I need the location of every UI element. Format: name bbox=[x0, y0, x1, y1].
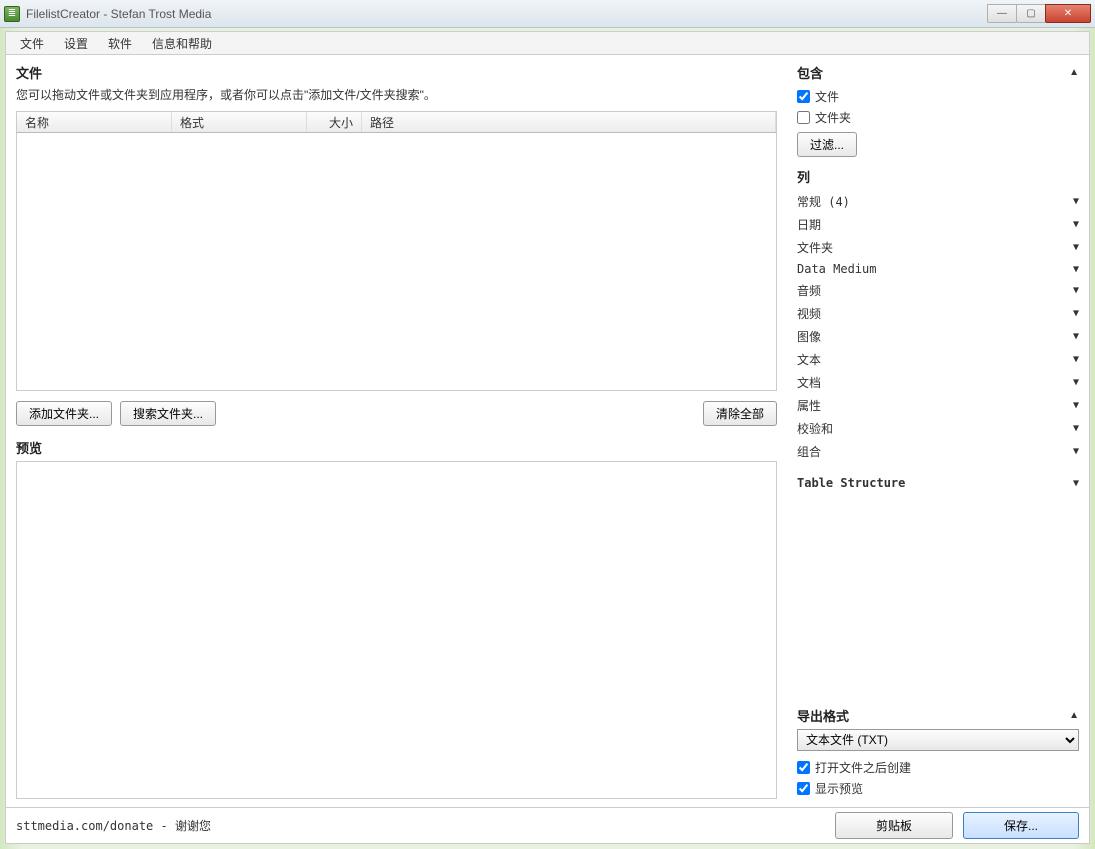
chevron-down-icon: ▼ bbox=[1073, 285, 1079, 296]
chevron-down-icon: ▼ bbox=[1073, 423, 1079, 434]
column-category-item[interactable]: 属性 ▼ bbox=[797, 394, 1079, 417]
column-category-item[interactable]: 校验和 ▼ bbox=[797, 417, 1079, 440]
close-button[interactable]: ✕ bbox=[1045, 4, 1091, 23]
column-category-item[interactable]: 图像 ▼ bbox=[797, 325, 1079, 348]
chevron-down-icon: ▼ bbox=[1073, 478, 1079, 489]
export-section-header[interactable]: 导出格式 ▲ bbox=[797, 706, 1079, 725]
chevron-down-icon: ▼ bbox=[1073, 377, 1079, 388]
column-category-label: 组合 bbox=[797, 443, 821, 460]
column-category-item[interactable]: 文档 ▼ bbox=[797, 371, 1079, 394]
contain-header-label: 包含 bbox=[797, 63, 823, 82]
chevron-down-icon: ▼ bbox=[1073, 196, 1079, 207]
column-category-label: 视频 bbox=[797, 305, 821, 322]
contain-folders-input[interactable] bbox=[797, 111, 810, 124]
table-structure-label: Table Structure bbox=[797, 476, 905, 490]
menu-help[interactable]: 信息和帮助 bbox=[142, 32, 222, 55]
column-category-label: 日期 bbox=[797, 216, 821, 233]
open-after-label: 打开文件之后创建 bbox=[815, 759, 911, 776]
open-after-input[interactable] bbox=[797, 761, 810, 774]
footer: sttmedia.com/donate - 谢谢您 剪贴板 保存... bbox=[5, 808, 1090, 844]
column-category-label: 图像 bbox=[797, 328, 821, 345]
col-header-name[interactable]: 名称 bbox=[17, 112, 172, 132]
file-table-header: 名称 格式 大小 路径 bbox=[16, 111, 777, 133]
export-format-select[interactable]: 文本文件 (TXT) bbox=[797, 729, 1079, 751]
column-category-item[interactable]: 常规 (4) ▼ bbox=[797, 190, 1079, 213]
col-header-format[interactable]: 格式 bbox=[172, 112, 307, 132]
donate-link[interactable]: sttmedia.com/donate - 谢谢您 bbox=[16, 817, 211, 834]
collapse-arrow-icon: ▲ bbox=[1069, 710, 1079, 721]
files-hint: 您可以拖动文件或文件夹到应用程序，或者你可以点击"添加文件/文件夹搜索"。 bbox=[16, 86, 777, 103]
column-category-label: 属性 bbox=[797, 397, 821, 414]
col-header-path[interactable]: 路径 bbox=[362, 112, 776, 132]
column-category-item[interactable]: 文件夹 ▼ bbox=[797, 236, 1079, 259]
file-table-body[interactable] bbox=[16, 133, 777, 391]
column-category-label: 文本 bbox=[797, 351, 821, 368]
column-category-item[interactable]: 文本 ▼ bbox=[797, 348, 1079, 371]
menu-file[interactable]: 文件 bbox=[10, 32, 54, 55]
titlebar: ≣ FilelistCreator - Stefan Trost Media —… bbox=[0, 0, 1095, 28]
add-folder-button[interactable]: 添加文件夹... bbox=[16, 401, 112, 426]
chevron-down-icon: ▼ bbox=[1073, 308, 1079, 319]
collapse-arrow-icon: ▲ bbox=[1069, 67, 1079, 78]
column-category-label: 常规 (4) bbox=[797, 193, 850, 210]
chevron-down-icon: ▼ bbox=[1073, 264, 1079, 275]
column-category-item[interactable]: Data Medium ▼ bbox=[797, 259, 1079, 279]
save-button[interactable]: 保存... bbox=[963, 812, 1079, 839]
show-preview-checkbox[interactable]: 显示预览 bbox=[797, 778, 1079, 799]
column-category-label: 音频 bbox=[797, 282, 821, 299]
clear-all-button[interactable]: 清除全部 bbox=[703, 401, 777, 426]
column-category-item[interactable]: 视频 ▼ bbox=[797, 302, 1079, 325]
chevron-down-icon: ▼ bbox=[1073, 219, 1079, 230]
clipboard-button[interactable]: 剪贴板 bbox=[835, 812, 953, 839]
window-title: FilelistCreator - Stefan Trost Media bbox=[26, 7, 988, 21]
column-category-label: 文档 bbox=[797, 374, 821, 391]
chevron-down-icon: ▼ bbox=[1073, 242, 1079, 253]
export-header-label: 导出格式 bbox=[797, 706, 849, 725]
contain-folders-checkbox[interactable]: 文件夹 bbox=[797, 107, 1079, 128]
menu-settings[interactable]: 设置 bbox=[54, 32, 98, 55]
contain-files-checkbox[interactable]: 文件 bbox=[797, 86, 1079, 107]
preview-area[interactable] bbox=[16, 461, 777, 799]
minimize-button[interactable]: — bbox=[987, 4, 1017, 23]
table-structure-header[interactable]: Table Structure ▼ bbox=[797, 473, 1079, 493]
column-category-label: Data Medium bbox=[797, 262, 876, 276]
column-category-item[interactable]: 组合 ▼ bbox=[797, 440, 1079, 463]
col-header-size[interactable]: 大小 bbox=[307, 112, 362, 132]
contain-folders-label: 文件夹 bbox=[815, 109, 851, 126]
columns-section-header: 列 bbox=[797, 167, 1079, 186]
chevron-down-icon: ▼ bbox=[1073, 331, 1079, 342]
search-folder-button[interactable]: 搜索文件夹... bbox=[120, 401, 216, 426]
column-category-label: 文件夹 bbox=[797, 239, 833, 256]
maximize-button[interactable]: ▢ bbox=[1016, 4, 1046, 23]
preview-section-header: 预览 bbox=[16, 438, 777, 457]
chevron-down-icon: ▼ bbox=[1073, 400, 1079, 411]
contain-section-header[interactable]: 包含 ▲ bbox=[797, 63, 1079, 82]
open-after-checkbox[interactable]: 打开文件之后创建 bbox=[797, 757, 1079, 778]
files-section-header: 文件 bbox=[16, 63, 777, 82]
show-preview-input[interactable] bbox=[797, 782, 810, 795]
menu-software[interactable]: 软件 bbox=[98, 32, 142, 55]
app-icon: ≣ bbox=[4, 6, 20, 22]
contain-files-input[interactable] bbox=[797, 90, 810, 103]
menubar: 文件 设置 软件 信息和帮助 bbox=[5, 31, 1090, 55]
contain-files-label: 文件 bbox=[815, 88, 839, 105]
filter-button[interactable]: 过滤... bbox=[797, 132, 857, 157]
column-category-label: 校验和 bbox=[797, 420, 833, 437]
chevron-down-icon: ▼ bbox=[1073, 446, 1079, 457]
column-category-item[interactable]: 音频 ▼ bbox=[797, 279, 1079, 302]
column-category-item[interactable]: 日期 ▼ bbox=[797, 213, 1079, 236]
chevron-down-icon: ▼ bbox=[1073, 354, 1079, 365]
show-preview-label: 显示预览 bbox=[815, 780, 863, 797]
